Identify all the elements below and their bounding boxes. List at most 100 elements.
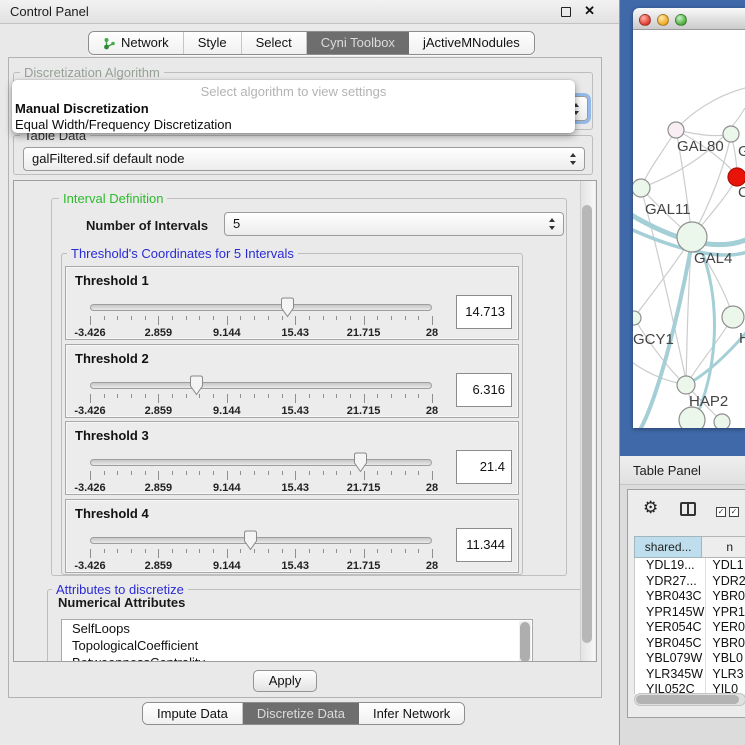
- attribute-list-item[interactable]: BetweennessCentrality: [62, 654, 532, 662]
- network-node-hap2[interactable]: [677, 376, 695, 394]
- threshold-4-slider[interactable]: -3.4262.8599.14415.4321.71528: [90, 531, 432, 573]
- network-node-gal80[interactable]: [668, 122, 684, 138]
- network-canvas[interactable]: GAL80 G. C GAL11 GAL4 GCY1 H HAP2: [633, 30, 745, 428]
- table-row[interactable]: YBR043CYBR0: [635, 589, 745, 605]
- network-node-g[interactable]: [723, 126, 739, 142]
- horizontal-scrollbar[interactable]: [634, 693, 745, 706]
- threshold-1-slider[interactable]: -3.4262.8599.14415.4321.71528: [90, 298, 432, 340]
- tab-cyni-toolbox[interactable]: Cyni Toolbox: [307, 32, 409, 54]
- slider-thumb[interactable]: [188, 375, 205, 396]
- tick-mark: [405, 471, 406, 475]
- slider-track[interactable]: [90, 382, 432, 389]
- network-node-bottom2[interactable]: [714, 414, 730, 428]
- threshold-value-field[interactable]: 11.344: [456, 528, 512, 562]
- numerical-attributes-list[interactable]: SelfLoopsTopologicalCoefficientBetweenne…: [61, 619, 533, 662]
- cell-name[interactable]: YBR0: [706, 589, 745, 605]
- num-intervals-combobox[interactable]: 5: [224, 212, 564, 236]
- window-titlebar[interactable]: [633, 8, 745, 30]
- slider-track[interactable]: [90, 459, 432, 466]
- tab-discretize-data[interactable]: Discretize Data: [243, 703, 359, 724]
- select-all-checkbox-icon[interactable]: ✓: [716, 507, 726, 517]
- network-node-gcy1[interactable]: [633, 311, 641, 325]
- minimize-traffic-light-icon[interactable]: [657, 14, 669, 26]
- tick-mark: [336, 394, 337, 398]
- tab-impute-data[interactable]: Impute Data: [143, 703, 243, 724]
- table-row[interactable]: YDR27...YDR2: [635, 574, 745, 590]
- column-header-name[interactable]: n: [702, 536, 745, 558]
- slider-thumb[interactable]: [279, 297, 296, 318]
- tick-mark: [199, 549, 200, 553]
- table-row[interactable]: YLR345WYLR3: [635, 667, 745, 683]
- column-header-shared-name[interactable]: shared...: [634, 536, 702, 558]
- cell-shared-name[interactable]: YBR045C: [635, 636, 706, 652]
- network-node-h[interactable]: [722, 306, 744, 328]
- cell-name[interactable]: YPR1: [706, 605, 745, 621]
- table-row[interactable]: YER054CYER0: [635, 620, 745, 636]
- slider-ticks: [90, 394, 432, 404]
- slider-scale-label: 2.859: [145, 482, 173, 494]
- tab-label: Discretize Data: [257, 703, 345, 725]
- slider-track[interactable]: [90, 537, 432, 544]
- tick-mark: [391, 471, 392, 475]
- apply-button[interactable]: Apply: [253, 670, 317, 692]
- table-row[interactable]: YBL079WYBL0: [635, 651, 745, 667]
- network-node-bottom[interactable]: [679, 407, 705, 428]
- network-node-gal11[interactable]: [633, 179, 650, 197]
- cell-shared-name[interactable]: YBL079W: [635, 651, 706, 667]
- tick-mark: [145, 316, 146, 320]
- threshold-value-field[interactable]: 14.713: [456, 295, 512, 329]
- panel-scrollbar[interactable]: [580, 181, 595, 661]
- tab-infer-network[interactable]: Infer Network: [359, 703, 464, 724]
- cell-name[interactable]: YLR3: [706, 667, 745, 683]
- cell-shared-name[interactable]: YDR27...: [635, 574, 706, 590]
- tab-label: Impute Data: [157, 703, 228, 725]
- gear-icon[interactable]: ⚙: [643, 499, 658, 516]
- slider-thumb[interactable]: [352, 452, 369, 473]
- table-row[interactable]: YDL19...YDL1: [635, 558, 745, 574]
- cell-name[interactable]: YBR0: [706, 636, 745, 652]
- cell-shared-name[interactable]: YBR043C: [635, 589, 706, 605]
- tick-mark: [364, 316, 365, 325]
- tab-jactivemnodules[interactable]: jActiveMNodules: [409, 32, 534, 54]
- scrollbar-thumb[interactable]: [520, 622, 530, 662]
- cell-name[interactable]: YDR2: [706, 574, 745, 590]
- attribute-list-item[interactable]: TopologicalCoefficient: [62, 637, 532, 654]
- float-window-icon[interactable]: [561, 7, 571, 17]
- slider-thumb[interactable]: [242, 530, 259, 551]
- cell-shared-name[interactable]: YER054C: [635, 620, 706, 636]
- cell-name[interactable]: YBL0: [706, 651, 745, 667]
- tick-mark: [240, 549, 241, 553]
- threshold-value-field[interactable]: 21.4: [456, 450, 512, 484]
- select-none-checkbox-icon[interactable]: ✓: [729, 507, 739, 517]
- cell-shared-name[interactable]: YLR345W: [635, 667, 706, 683]
- slider-track[interactable]: [90, 304, 432, 311]
- cell-shared-name[interactable]: YPR145W: [635, 605, 706, 621]
- network-node-gal4[interactable]: [677, 222, 707, 252]
- table-row[interactable]: YBR045CYBR0: [635, 636, 745, 652]
- scrollbar-thumb[interactable]: [582, 205, 592, 643]
- tick-mark: [295, 394, 296, 403]
- tick-mark: [391, 316, 392, 320]
- close-icon[interactable]: ✕: [584, 3, 595, 19]
- zoom-traffic-light-icon[interactable]: [675, 14, 687, 26]
- close-traffic-light-icon[interactable]: [639, 14, 651, 26]
- dropdown-option-manual-discretization[interactable]: Manual Discretization: [15, 101, 149, 116]
- scrollbar-thumb[interactable]: [636, 695, 739, 704]
- slider-scale-label: 9.144: [213, 560, 241, 572]
- table-data-combobox[interactable]: galFiltered.sif default node: [23, 147, 585, 171]
- list-scrollbar[interactable]: [519, 621, 531, 662]
- cell-shared-name[interactable]: YDL19...: [635, 558, 706, 574]
- threshold-value-field[interactable]: 6.316: [456, 373, 512, 407]
- attribute-list-item[interactable]: SelfLoops: [62, 620, 532, 637]
- cell-name[interactable]: YER0: [706, 620, 745, 636]
- tab-network[interactable]: Network: [89, 32, 184, 54]
- threshold-2-slider[interactable]: -3.4262.8599.14415.4321.71528: [90, 376, 432, 418]
- tab-select[interactable]: Select: [242, 32, 307, 54]
- split-columns-icon[interactable]: [680, 502, 696, 516]
- control-panel-titlebar: Control Panel ✕: [0, 0, 619, 24]
- dropdown-option-equal-width[interactable]: Equal Width/Frequency Discretization: [15, 117, 232, 132]
- cell-name[interactable]: YDL1: [706, 558, 745, 574]
- table-row[interactable]: YPR145WYPR1: [635, 605, 745, 621]
- tab-style[interactable]: Style: [184, 32, 242, 54]
- threshold-3-slider[interactable]: -3.4262.8599.14415.4321.71528: [90, 453, 432, 495]
